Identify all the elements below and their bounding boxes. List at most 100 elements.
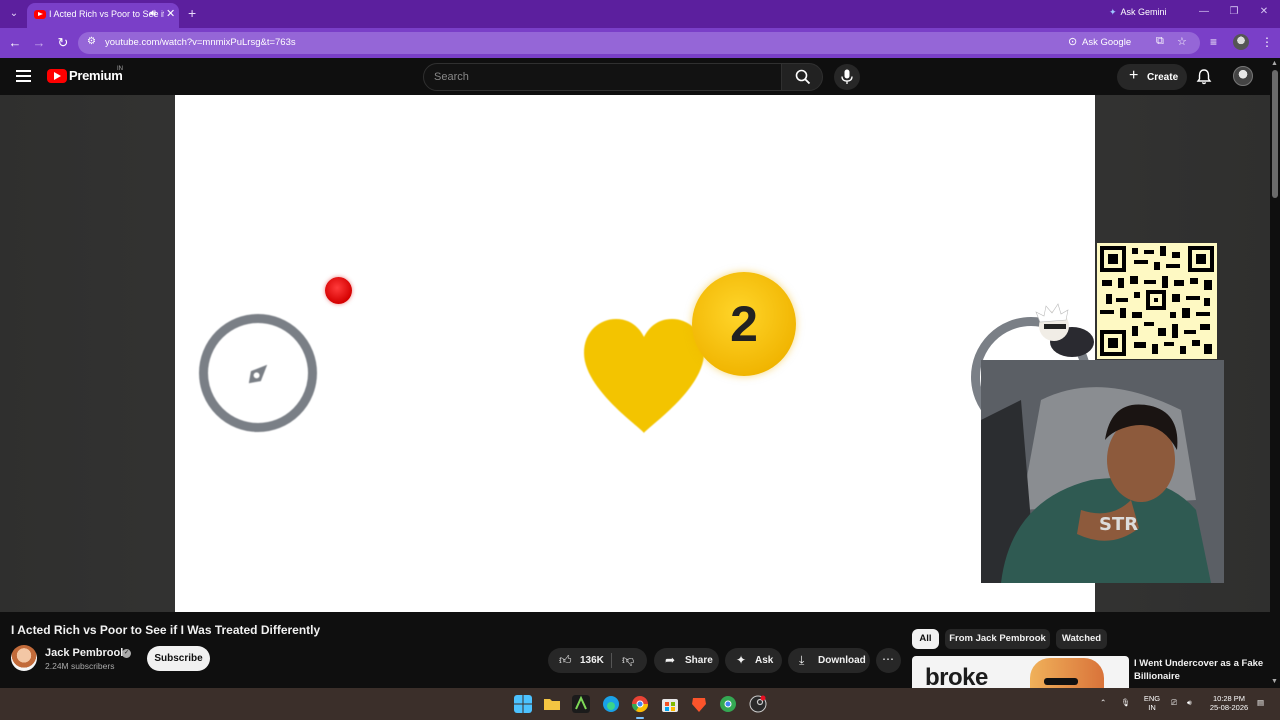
page-scrollbar[interactable]: ▲ ▼ — [1270, 58, 1280, 688]
create-button[interactable]: + Create — [1117, 64, 1187, 90]
chip-watched[interactable]: Watched — [1056, 629, 1107, 649]
forward-icon[interactable]: → — [31, 35, 47, 51]
clock-time: 10:28 PM — [1212, 694, 1246, 703]
url-text[interactable]: youtube.com/watch?v=mnmixPuLrsg&t=763s — [105, 37, 296, 48]
address-bar[interactable]: ⚙︎ youtube.com/watch?v=mnmixPuLrsg&t=763… — [78, 32, 1200, 54]
google-lens-icon[interactable]: ⊙ — [1068, 35, 1077, 48]
browser-toolbar: ← → ↻ ⚙︎ youtube.com/watch?v=mnmixPuLrsg… — [0, 28, 1280, 58]
anime-character-sticker — [1035, 303, 1094, 357]
qr-code-overlay — [1097, 243, 1217, 359]
sparkle-icon: ✦ — [736, 653, 747, 667]
more-actions-button[interactable]: ⋯ — [876, 648, 901, 673]
compass-needle-icon — [248, 364, 268, 384]
youtube-logo-icon[interactable] — [47, 69, 67, 83]
browser-menu-icon[interactable]: ⋮ — [1261, 35, 1273, 49]
country-code: IN — [117, 66, 123, 72]
tab-title: I Acted Rich vs Poor to See if I Was Tre… — [49, 9, 164, 19]
steam-app-icon[interactable] — [749, 695, 767, 713]
subscriber-count: 2.24M subscribers — [45, 661, 115, 671]
like-icon[interactable]: 👍︎ — [559, 653, 572, 668]
like-count[interactable]: 136K — [580, 655, 604, 666]
qr-code-icon — [1100, 246, 1214, 356]
tab-close-icon[interactable]: ✕ — [166, 7, 175, 20]
chip-from-channel[interactable]: From Jack Pembrook — [945, 629, 1050, 649]
channel-name[interactable]: Jack Pembrook — [45, 647, 126, 659]
notification-center-icon[interactable]: ▤ — [1257, 698, 1264, 707]
back-icon[interactable]: ← — [7, 35, 23, 51]
clock-date: 25-08-2026 — [1209, 703, 1249, 712]
video-details: I Acted Rich vs Poor to See if I Was Tre… — [0, 612, 1270, 688]
download-label: Download — [818, 655, 866, 666]
volume-icon[interactable]: 🔊︎ — [1187, 698, 1192, 707]
reading-list-icon[interactable]: ≡ — [1210, 35, 1217, 49]
hamburger-menu-icon[interactable] — [16, 70, 31, 82]
windows-start-icon[interactable] — [514, 695, 532, 713]
search-icon — [795, 69, 811, 85]
install-icon[interactable]: ⧉ — [1156, 35, 1164, 48]
brave-browser-icon[interactable] — [690, 695, 708, 713]
speaker-icon[interactable]: 🔊︎ — [150, 8, 156, 19]
download-button[interactable]: ⤓ Download — [788, 648, 870, 673]
video-title: I Acted Rich vs Poor to See if I Was Tre… — [11, 623, 321, 637]
file-explorer-icon[interactable] — [543, 695, 561, 713]
notifications-bell-icon[interactable] — [1195, 68, 1213, 86]
download-icon: ⤓ — [799, 653, 805, 667]
browser-tab[interactable]: I Acted Rich vs Poor to See if I Was Tre… — [27, 3, 179, 28]
ask-google-button[interactable]: Ask Google — [1082, 37, 1131, 48]
voice-search-button[interactable] — [834, 64, 860, 90]
windows-taskbar: ⌃ 🎙︎ ENG IN ⎚ 🔊︎ 10:28 PM 25-08-2026 ▤ — [0, 688, 1280, 720]
thumbnail-text: broke — [925, 664, 988, 688]
ask-button[interactable]: ✦ Ask — [725, 648, 782, 673]
tab-search-dropdown-icon[interactable]: ⌄ — [6, 6, 22, 22]
clock[interactable]: 10:28 PM 25-08-2026 — [1204, 694, 1254, 712]
heart-icon — [584, 319, 704, 433]
terminal-app-icon[interactable] — [572, 695, 590, 713]
search-button[interactable] — [781, 63, 823, 91]
edge-browser-icon[interactable] — [602, 695, 620, 713]
chip-all[interactable]: All — [912, 629, 939, 649]
youtube-header: Premium IN + Create — [0, 58, 1270, 95]
facecam-overlay: STR — [981, 360, 1224, 583]
channel-avatar[interactable] — [11, 645, 37, 671]
browser-tab-strip: ⌄ I Acted Rich vs Poor to See if I Was T… — [0, 0, 1280, 28]
thumbnail-sunglasses — [1044, 678, 1078, 685]
site-info-icon[interactable]: ⚙︎ — [87, 36, 96, 47]
microphone-icon — [841, 69, 853, 84]
active-app-indicator — [636, 717, 644, 719]
recommended-video-thumbnail[interactable]: broke — [912, 656, 1129, 688]
chrome-browser-icon[interactable] — [631, 695, 649, 713]
language-indicator[interactable]: ENG IN — [1141, 694, 1163, 712]
scroll-up-icon[interactable]: ▲ — [1271, 60, 1278, 67]
restore-icon[interactable]: ❐ — [1226, 6, 1242, 20]
reload-icon[interactable]: ↻ — [55, 35, 71, 51]
share-button[interactable]: ➦ Share — [654, 648, 719, 673]
verified-check-icon: ✓ — [122, 649, 131, 658]
like-divider — [611, 653, 612, 668]
subscribe-button[interactable]: Subscribe — [147, 646, 210, 671]
window-close-icon[interactable]: ✕ — [1256, 6, 1272, 20]
microphone-tray-icon[interactable]: 🎙︎ — [1121, 698, 1131, 707]
dislike-icon[interactable]: 👎︎ — [622, 653, 634, 668]
like-dislike-group: 👍︎ 136K 👎︎ — [548, 648, 647, 673]
language-code: ENG — [1143, 694, 1161, 703]
chrome-profile-icon[interactable] — [719, 695, 737, 713]
scrollbar-thumb[interactable] — [1272, 70, 1278, 198]
more-horizontal-icon: ⋯ — [882, 652, 894, 666]
recommended-video-title[interactable]: I Went Undercover as a Fake Billionaire — [1134, 657, 1264, 683]
profile-avatar[interactable] — [1233, 34, 1249, 50]
compass-icon — [199, 314, 317, 432]
video-player[interactable]: 2 — [175, 95, 1095, 612]
premium-wordmark[interactable]: Premium — [69, 68, 123, 83]
tray-overflow-icon[interactable]: ⌃ — [1100, 698, 1106, 707]
scroll-down-icon[interactable]: ▼ — [1271, 678, 1278, 685]
bookmark-star-icon[interactable]: ☆ — [1177, 35, 1187, 48]
account-avatar[interactable] — [1233, 66, 1253, 86]
plus-icon: + — [1129, 67, 1139, 84]
region-code: IN — [1148, 703, 1156, 712]
search-input[interactable] — [434, 69, 764, 85]
new-tab-icon[interactable]: + — [188, 5, 196, 21]
network-icon[interactable]: ⎚ — [1171, 698, 1177, 707]
microsoft-store-icon[interactable] — [661, 695, 679, 713]
ask-gemini-button[interactable]: ✦ Ask Gemini — [1109, 7, 1167, 18]
minimize-icon[interactable]: — — [1196, 6, 1212, 20]
